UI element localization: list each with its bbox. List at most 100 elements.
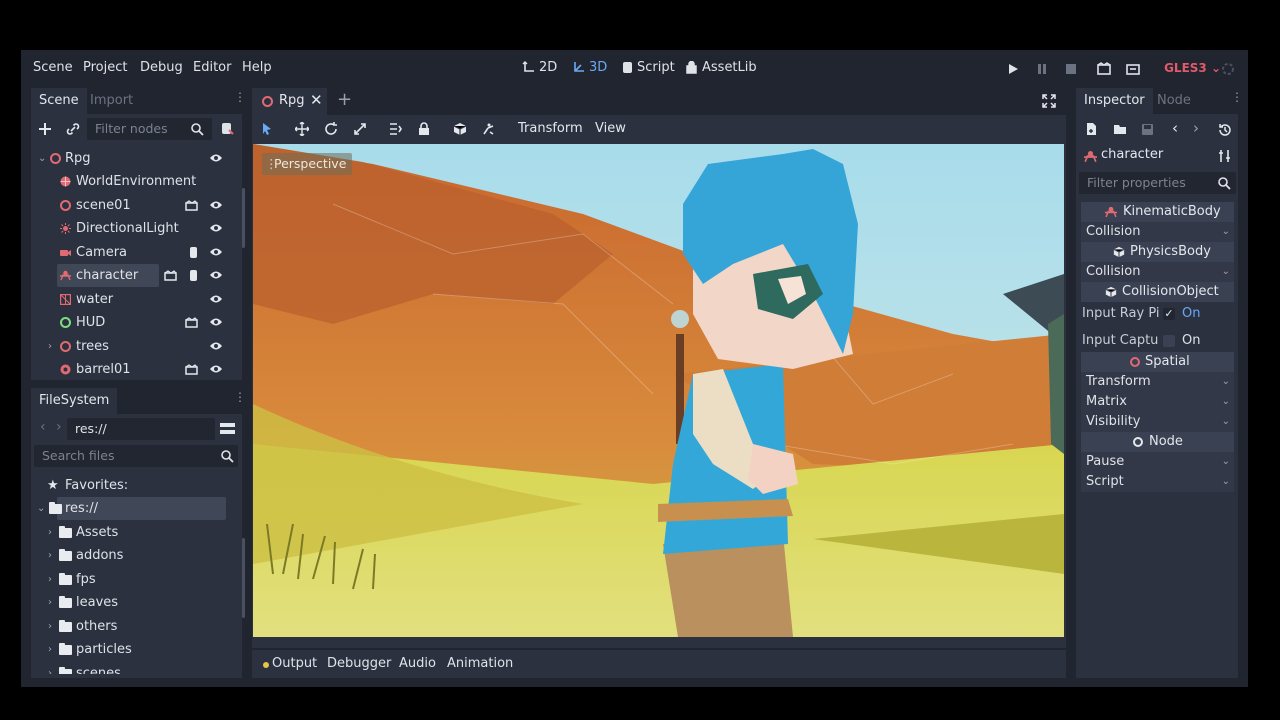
open-scene-icon[interactable] [185, 200, 198, 211]
tab-scene[interactable]: Scene [31, 88, 87, 114]
tree-node-character[interactable]: character [31, 264, 237, 287]
new-resource-icon[interactable] [1085, 122, 1098, 136]
play-icon[interactable] [1006, 62, 1020, 76]
section-physicsbody[interactable]: PhysicsBody [1081, 242, 1234, 262]
tab-filesystem[interactable]: FileSystem [31, 388, 118, 414]
group-pause[interactable]: Pause ⌄ [1081, 452, 1234, 472]
scene-tree-scrollbar[interactable] [242, 188, 245, 248]
tree-node-camera[interactable]: Camera [31, 241, 237, 264]
collapse-arrow-icon[interactable]: ⌄ [37, 497, 45, 520]
save-icon[interactable] [1141, 123, 1154, 136]
collapse-arrow-icon[interactable]: ⌄ [38, 147, 46, 170]
add-node-icon[interactable] [38, 122, 52, 136]
history-forward-icon[interactable]: › [1193, 119, 1199, 137]
filesystem-menu-icon[interactable]: ⋮ [234, 391, 246, 409]
expand-arrow-icon[interactable]: › [48, 591, 52, 614]
tab-audio[interactable]: Audio [399, 656, 436, 671]
section-node[interactable]: Node [1081, 432, 1234, 452]
group-collision-kinematic[interactable]: Collision ⌄ [1081, 222, 1234, 242]
scale-tool-icon[interactable] [353, 122, 367, 136]
path-input[interactable]: res:// [67, 418, 215, 440]
favorites-row[interactable]: ★ Favorites: [31, 474, 231, 497]
stop-icon[interactable] [1064, 62, 1078, 76]
expand-arrow-icon[interactable]: › [48, 568, 52, 591]
tab-debugger[interactable]: Debugger [327, 656, 391, 671]
file-tree-scrollbar[interactable] [242, 538, 245, 618]
list-select-icon[interactable] [388, 122, 402, 136]
view-menu[interactable]: View [595, 121, 626, 136]
group-matrix[interactable]: Matrix ⌄ [1081, 392, 1234, 412]
tree-node-hud[interactable]: HUD [31, 311, 237, 334]
split-view-icon[interactable] [220, 421, 235, 436]
script-icon[interactable] [187, 247, 200, 258]
eye-icon[interactable] [209, 246, 223, 258]
tree-node-directionallight[interactable]: DirectionalLight [31, 217, 237, 240]
expand-arrow-icon[interactable]: › [48, 638, 52, 661]
folder-row-scenes[interactable]: › scenes [31, 662, 231, 674]
play-scene-icon[interactable] [1097, 62, 1111, 76]
menu-editor[interactable]: Editor [193, 60, 231, 75]
section-spatial[interactable]: Spatial [1081, 352, 1234, 372]
group-icon[interactable] [453, 122, 467, 136]
eye-icon[interactable] [209, 316, 223, 328]
input-ray-checkbox[interactable]: ✓ [1163, 308, 1175, 320]
eye-icon[interactable] [209, 152, 223, 164]
pause-icon[interactable] [1035, 62, 1049, 76]
mode-script-button[interactable]: Script [621, 60, 675, 75]
inspector-menu-icon[interactable]: ⋮ [1231, 91, 1243, 109]
folder-row-assets[interactable]: › Assets [31, 521, 231, 544]
tab-animation[interactable]: Animation [447, 656, 513, 671]
group-transform[interactable]: Transform ⌄ [1081, 372, 1234, 392]
forward-arrow-icon[interactable]: › [56, 419, 62, 435]
tab-node[interactable]: Node [1149, 88, 1199, 114]
select-tool-icon[interactable] [260, 122, 274, 136]
res-root-row[interactable]: ⌄ res:// [31, 497, 231, 520]
fullscreen-icon[interactable] [1042, 94, 1056, 108]
object-properties-icon[interactable] [1218, 149, 1231, 163]
search-files-input[interactable]: Search files [34, 445, 238, 467]
tree-node-barrel01[interactable]: barrel01 [31, 358, 237, 377]
folder-row-leaves[interactable]: › leaves [31, 591, 231, 614]
open-scene-icon[interactable] [185, 317, 198, 328]
tree-node-water[interactable]: water [31, 288, 237, 311]
rotate-tool-icon[interactable] [324, 122, 338, 136]
section-collisionobject[interactable]: CollisionObject [1081, 282, 1234, 302]
tree-node-rpg[interactable]: ⌄ Rpg [31, 147, 237, 170]
eye-icon[interactable] [209, 199, 223, 211]
script-icon[interactable] [187, 270, 200, 281]
folder-row-addons[interactable]: › addons [31, 544, 231, 567]
tree-node-trees[interactable]: › trees [31, 335, 237, 358]
expand-arrow-icon[interactable]: › [48, 521, 52, 544]
eye-icon[interactable] [209, 269, 223, 281]
eye-icon[interactable] [209, 222, 223, 234]
script-attach-icon[interactable] [220, 122, 234, 136]
menu-help[interactable]: Help [242, 60, 272, 75]
tab-inspector[interactable]: Inspector [1076, 88, 1153, 114]
eye-icon[interactable] [209, 340, 223, 352]
expand-arrow-icon[interactable]: › [48, 544, 52, 567]
skeleton-icon[interactable] [482, 122, 496, 136]
scene-tab-rpg[interactable]: Rpg ✕ [252, 88, 327, 115]
tab-output[interactable]: Output [272, 656, 317, 671]
back-arrow-icon[interactable]: ‹ [40, 419, 46, 435]
input-capture-checkbox[interactable] [1163, 335, 1175, 347]
menu-scene[interactable]: Scene [33, 60, 73, 75]
load-resource-icon[interactable] [1113, 123, 1127, 135]
tree-node-worldenvironment[interactable]: WorldEnvironment [31, 170, 237, 193]
tree-node-scene01[interactable]: scene01 [31, 194, 237, 217]
group-script[interactable]: Script ⌄ [1081, 472, 1234, 492]
menu-project[interactable]: Project [83, 60, 127, 75]
add-tab-icon[interactable]: + [337, 89, 352, 110]
folder-row-particles[interactable]: › particles [31, 638, 231, 661]
folder-row-fps[interactable]: › fps [31, 568, 231, 591]
expand-arrow-icon[interactable]: › [48, 662, 52, 674]
play-custom-scene-icon[interactable] [1126, 62, 1140, 76]
section-kinematicbody[interactable]: KinematicBody [1081, 202, 1234, 222]
link-icon[interactable] [66, 122, 80, 136]
expand-arrow-icon[interactable]: › [48, 615, 52, 638]
group-visibility[interactable]: Visibility ⌄ [1081, 412, 1234, 432]
tab-import[interactable]: Import [82, 88, 141, 114]
open-scene-icon[interactable] [185, 364, 198, 375]
filter-properties-input[interactable]: Filter properties [1079, 172, 1236, 194]
lock-icon[interactable] [417, 122, 431, 136]
